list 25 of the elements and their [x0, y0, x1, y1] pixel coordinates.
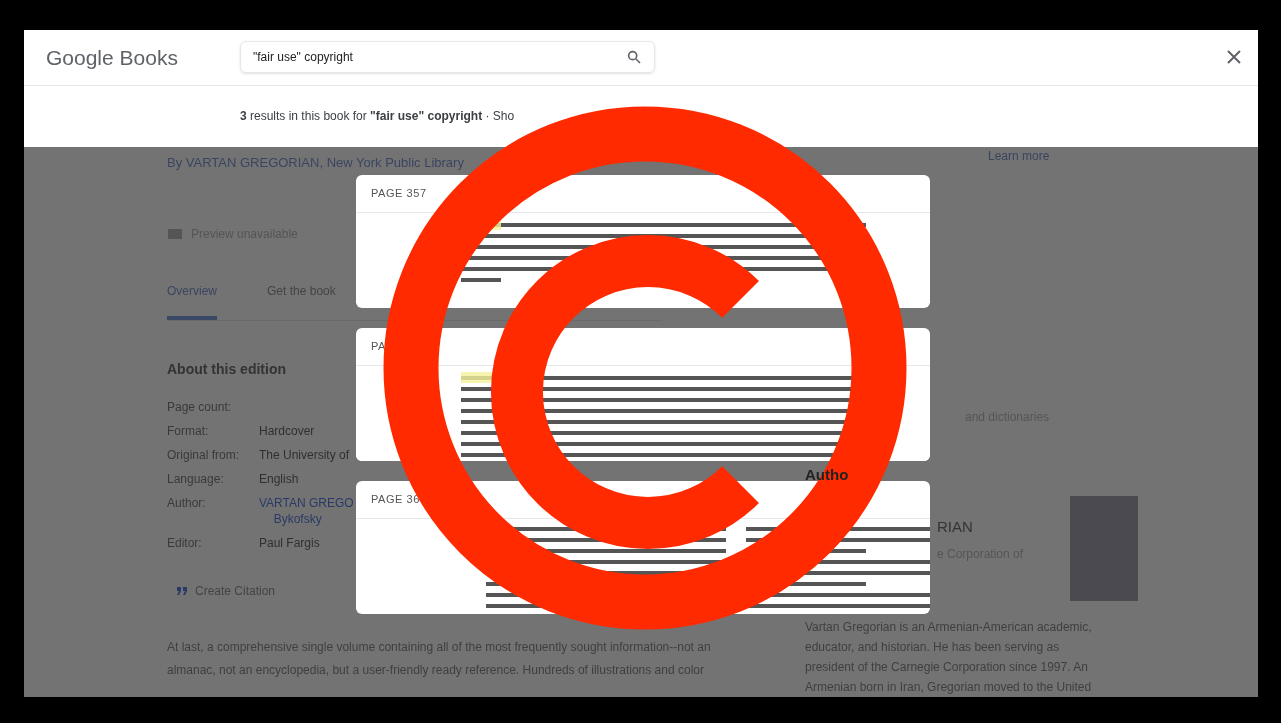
detail-label: Language:	[167, 471, 225, 488]
learn-more-link[interactable]: Learn more	[988, 146, 1138, 165]
section-heading: About this edition	[167, 360, 287, 379]
quote-icon	[177, 587, 187, 595]
tab[interactable]: Overview	[167, 282, 217, 320]
logo[interactable]: Google Books	[46, 41, 240, 74]
book-byline: By VARTAN GREGORIAN, New York Public Library	[167, 153, 465, 172]
detail-label: Original from:	[167, 447, 241, 464]
detail-label: Author:	[167, 495, 207, 512]
detail-value: Hardcover	[259, 423, 315, 440]
page-label: PA	[356, 328, 930, 366]
detail-value: The University of	[259, 447, 350, 464]
author-name: RIAN	[937, 517, 974, 537]
detail-value: Paul Fargis	[259, 535, 320, 552]
detail-value[interactable]: Bykofsky	[273, 510, 322, 528]
search-icon[interactable]	[626, 49, 642, 66]
detail-label: Page count:	[167, 399, 233, 416]
close-icon[interactable]	[1226, 49, 1242, 66]
search-field[interactable]: "fair use" copyright	[240, 41, 655, 74]
detail-label: Editor:	[167, 535, 203, 552]
detail-value: English	[259, 471, 299, 488]
book-icon	[167, 228, 183, 240]
detail-value[interactable]: VARTAN GREGO	[259, 494, 354, 512]
detail-label: Format:	[167, 423, 210, 440]
results-summary: 3 results in this book for "fair use" copyright · Sho	[240, 108, 515, 126]
